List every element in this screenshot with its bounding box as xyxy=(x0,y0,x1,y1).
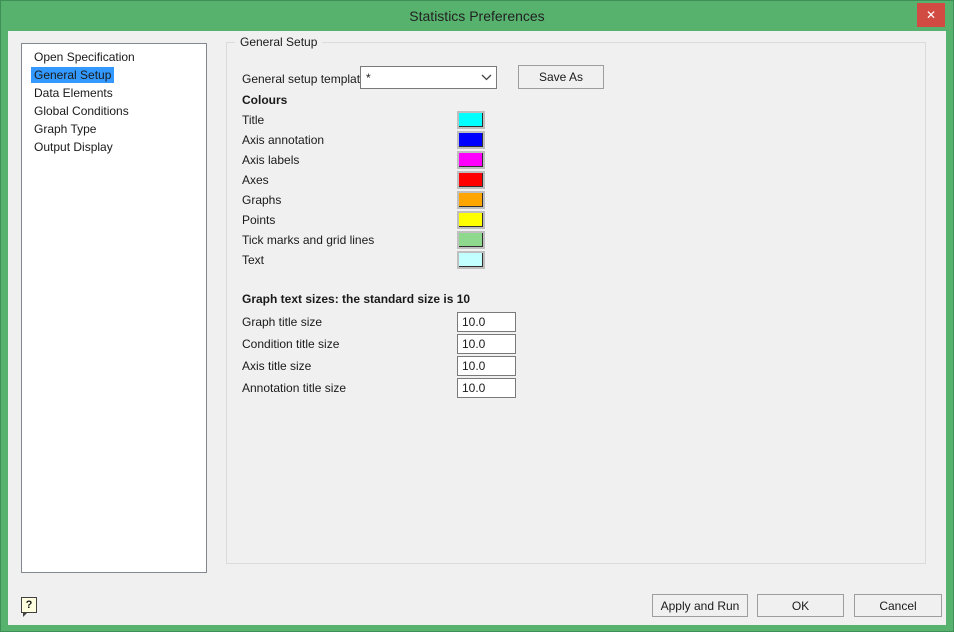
graph-title-size-input[interactable] xyxy=(457,312,516,332)
general-setup-groupbox: General Setup General setup template * S… xyxy=(226,42,926,564)
ok-button[interactable]: OK xyxy=(757,594,844,617)
save-as-button[interactable]: Save As xyxy=(518,65,604,89)
axis-title-size-input[interactable] xyxy=(457,356,516,376)
apply-and-run-button[interactable]: Apply and Run xyxy=(652,594,748,617)
list-item-data-elements[interactable]: Data Elements xyxy=(22,84,206,102)
colour-chip xyxy=(459,173,483,187)
axis-labels-colour-swatch[interactable] xyxy=(457,151,485,169)
colour-row-graphs: Graphs xyxy=(242,191,692,209)
list-item-general-setup[interactable]: General Setup xyxy=(22,66,206,84)
colours-header: Colours xyxy=(242,93,287,107)
text-sizes-header: Graph text sizes: the standard size is 1… xyxy=(242,292,470,306)
graphs-colour-swatch[interactable] xyxy=(457,191,485,209)
points-colour-swatch[interactable] xyxy=(457,211,485,229)
colour-chip xyxy=(459,233,483,247)
dialog-content: Open Specification General Setup Data El… xyxy=(8,31,946,625)
cancel-button[interactable]: Cancel xyxy=(854,594,942,617)
colour-row-points: Points xyxy=(242,211,692,229)
template-combobox[interactable]: * xyxy=(360,66,497,89)
preferences-category-list[interactable]: Open Specification General Setup Data El… xyxy=(21,43,207,573)
chevron-down-icon xyxy=(476,74,496,81)
axes-colour-swatch[interactable] xyxy=(457,171,485,189)
tick-marks-colour-swatch[interactable] xyxy=(457,231,485,249)
colour-row-axis-labels: Axis labels xyxy=(242,151,692,169)
colour-chip xyxy=(459,153,483,167)
close-icon: ✕ xyxy=(926,8,936,22)
size-row-annotation-title: Annotation title size xyxy=(242,378,692,398)
template-combobox-value: * xyxy=(361,71,476,85)
list-item-output-display[interactable]: Output Display xyxy=(22,138,206,156)
annotation-title-size-input[interactable] xyxy=(457,378,516,398)
condition-title-size-input[interactable] xyxy=(457,334,516,354)
colour-row-tick-marks: Tick marks and grid lines xyxy=(242,231,692,249)
title-colour-swatch[interactable] xyxy=(457,111,485,129)
title-bar[interactable]: Statistics Preferences xyxy=(1,1,953,31)
colour-row-text: Text xyxy=(242,251,692,269)
help-icon[interactable]: ? xyxy=(21,597,37,613)
template-label: General setup template xyxy=(242,72,367,86)
list-item-open-specification[interactable]: Open Specification xyxy=(22,48,206,66)
size-row-condition-title: Condition title size xyxy=(242,334,692,354)
list-item-graph-type[interactable]: Graph Type xyxy=(22,120,206,138)
text-colour-swatch[interactable] xyxy=(457,251,485,269)
axis-annotation-colour-swatch[interactable] xyxy=(457,131,485,149)
colour-chip xyxy=(459,133,483,147)
colour-chip xyxy=(459,113,483,127)
colour-row-axis-annotation: Axis annotation xyxy=(242,131,692,149)
window-title: Statistics Preferences xyxy=(409,8,544,24)
colour-row-axes: Axes xyxy=(242,171,692,189)
groupbox-title: General Setup xyxy=(235,35,322,49)
list-item-global-conditions[interactable]: Global Conditions xyxy=(22,102,206,120)
size-row-graph-title: Graph title size xyxy=(242,312,692,332)
colour-chip xyxy=(459,253,483,267)
size-row-axis-title: Axis title size xyxy=(242,356,692,376)
colour-chip xyxy=(459,213,483,227)
statistics-preferences-dialog: Statistics Preferences ✕ Open Specificat… xyxy=(0,0,954,632)
close-button[interactable]: ✕ xyxy=(917,3,945,27)
colour-chip xyxy=(459,193,483,207)
colour-row-title: Title xyxy=(242,111,692,129)
